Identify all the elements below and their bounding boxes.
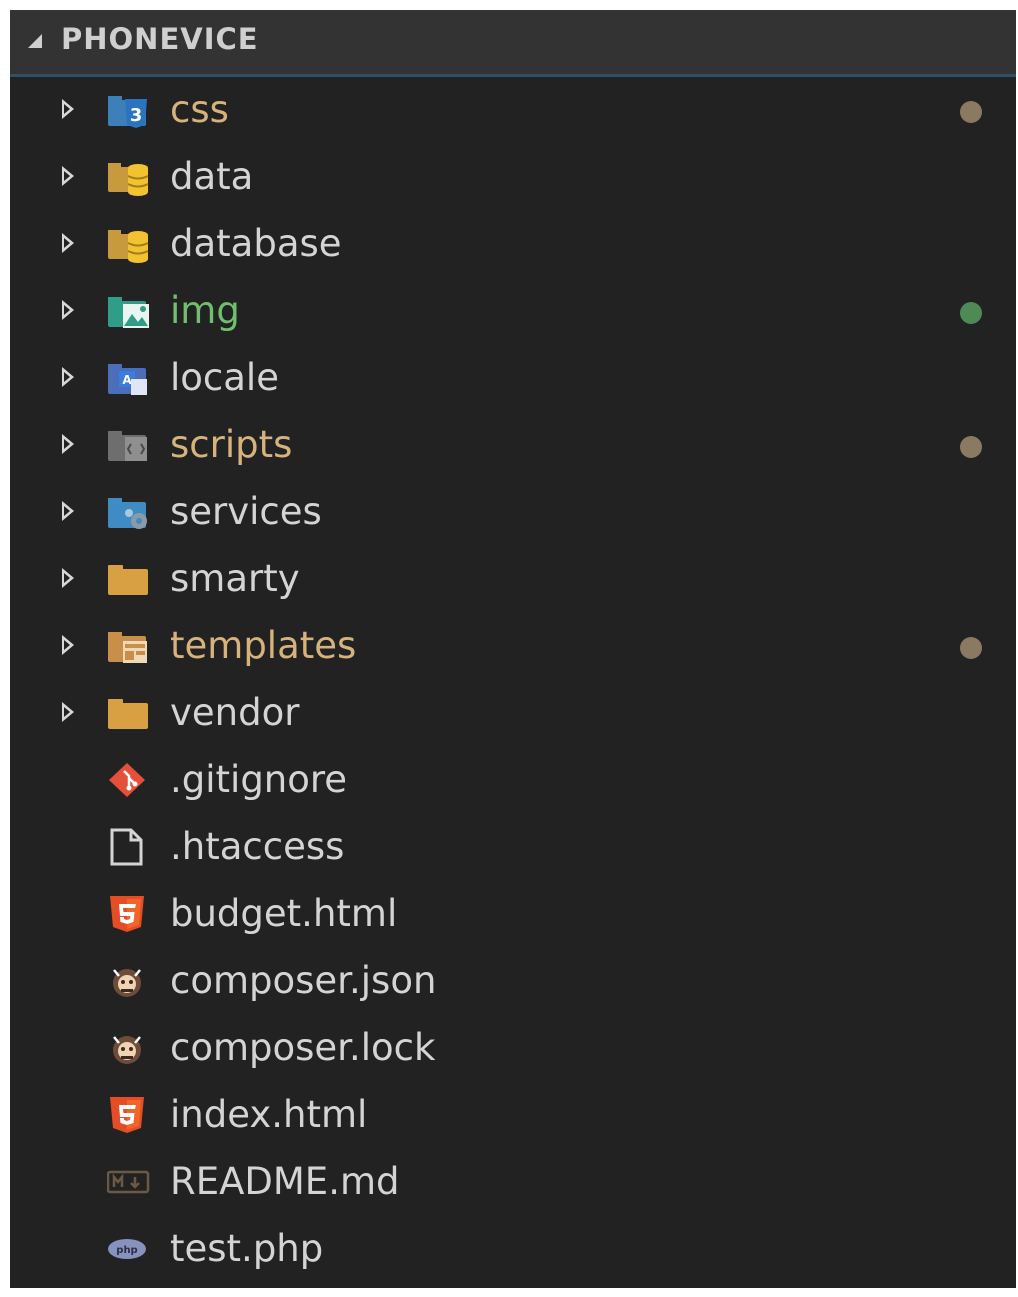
file-label: test.php	[170, 1227, 324, 1270]
untracked-status-dot	[960, 302, 982, 324]
templates-folder-icon	[108, 632, 147, 663]
expand-arrow-icon[interactable]	[62, 501, 74, 521]
folder-label: smarty	[170, 557, 300, 600]
project-title: PHONEVICE	[61, 22, 259, 56]
folder-label: locale	[170, 356, 279, 399]
modified-status-dot	[960, 101, 982, 123]
folder-label: database	[170, 222, 342, 265]
file-row-readme-md[interactable]: README.md	[10, 1149, 1016, 1216]
modified-status-dot	[960, 637, 982, 659]
folder-label: data	[170, 155, 254, 198]
image-folder-icon	[108, 297, 149, 328]
locale-folder-icon: A	[108, 364, 147, 395]
file-row-budget-html[interactable]: budget.html	[10, 881, 1016, 948]
database-folder-icon	[108, 163, 149, 196]
explorer-header[interactable]: PHONEVICE	[10, 10, 1016, 77]
folder-row-css[interactable]: 3 css	[10, 77, 1016, 144]
markdown-icon	[107, 1170, 150, 1194]
composer-icon	[113, 1036, 141, 1064]
file-label: .htaccess	[170, 825, 345, 868]
folder-row-services[interactable]: services	[10, 479, 1016, 546]
php-icon: php	[108, 1239, 146, 1259]
folder-label: vendor	[170, 691, 300, 734]
folder-row-database[interactable]: database	[10, 211, 1016, 278]
folder-row-scripts[interactable]: scripts	[10, 412, 1016, 479]
file-row-index-html[interactable]: index.html	[10, 1082, 1016, 1149]
file-label: composer.json	[170, 959, 437, 1002]
file-row-test-php[interactable]: php test.php	[10, 1216, 1016, 1283]
expand-arrow-icon[interactable]	[62, 367, 74, 387]
folder-icon	[108, 699, 148, 729]
svg-text:3: 3	[130, 105, 143, 126]
file-label: README.md	[170, 1160, 400, 1203]
services-folder-icon	[108, 498, 147, 529]
html5-icon	[110, 1097, 144, 1133]
file-row-composer-lock[interactable]: composer.lock	[10, 1015, 1016, 1082]
explorer-panel: PHONEVICE 3 css data database img A loca…	[10, 10, 1016, 1288]
file-icon	[110, 828, 143, 866]
file-label: .gitignore	[170, 758, 348, 801]
file-row-gitignore[interactable]: .gitignore	[10, 747, 1016, 814]
css3-folder-icon: 3	[108, 96, 147, 128]
folder-row-vendor[interactable]: vendor	[10, 680, 1016, 747]
folder-label: css	[170, 88, 229, 131]
file-label: index.html	[170, 1093, 368, 1136]
expand-arrow-icon[interactable]	[62, 99, 74, 119]
folder-row-locale[interactable]: A locale	[10, 345, 1016, 412]
expand-arrow-icon[interactable]	[62, 568, 74, 588]
folder-row-smarty[interactable]: smarty	[10, 546, 1016, 613]
html5-icon	[110, 896, 144, 932]
expand-arrow-icon[interactable]	[62, 166, 74, 186]
file-row-composer-json[interactable]: composer.json	[10, 948, 1016, 1015]
scripts-folder-icon	[108, 431, 147, 461]
folder-label: templates	[170, 624, 357, 667]
modified-status-dot	[960, 436, 982, 458]
folder-row-templates[interactable]: templates	[10, 613, 1016, 680]
svg-text:php: php	[116, 1245, 137, 1256]
expand-arrow-icon[interactable]	[62, 434, 74, 454]
folder-label: scripts	[170, 423, 293, 466]
file-row-htaccess[interactable]: .htaccess	[10, 814, 1016, 881]
svg-text:A: A	[122, 373, 132, 387]
folder-label: img	[170, 289, 240, 332]
expand-arrow-icon[interactable]	[62, 233, 74, 253]
expand-arrow-icon[interactable]	[62, 300, 74, 320]
git-icon	[109, 763, 145, 797]
expand-arrow-icon[interactable]	[62, 635, 74, 655]
file-label: budget.html	[170, 892, 398, 935]
database-folder-icon	[108, 230, 149, 263]
collapse-triangle-icon[interactable]	[28, 34, 42, 48]
file-label: composer.lock	[170, 1026, 436, 1069]
folder-row-data[interactable]: data	[10, 144, 1016, 211]
composer-icon	[113, 969, 141, 997]
expand-arrow-icon[interactable]	[62, 702, 74, 722]
folder-icon	[108, 565, 148, 595]
folder-row-img[interactable]: img	[10, 278, 1016, 345]
folder-label: services	[170, 490, 322, 533]
file-tree: 3 css data database img A locale scripts…	[10, 77, 1016, 1283]
